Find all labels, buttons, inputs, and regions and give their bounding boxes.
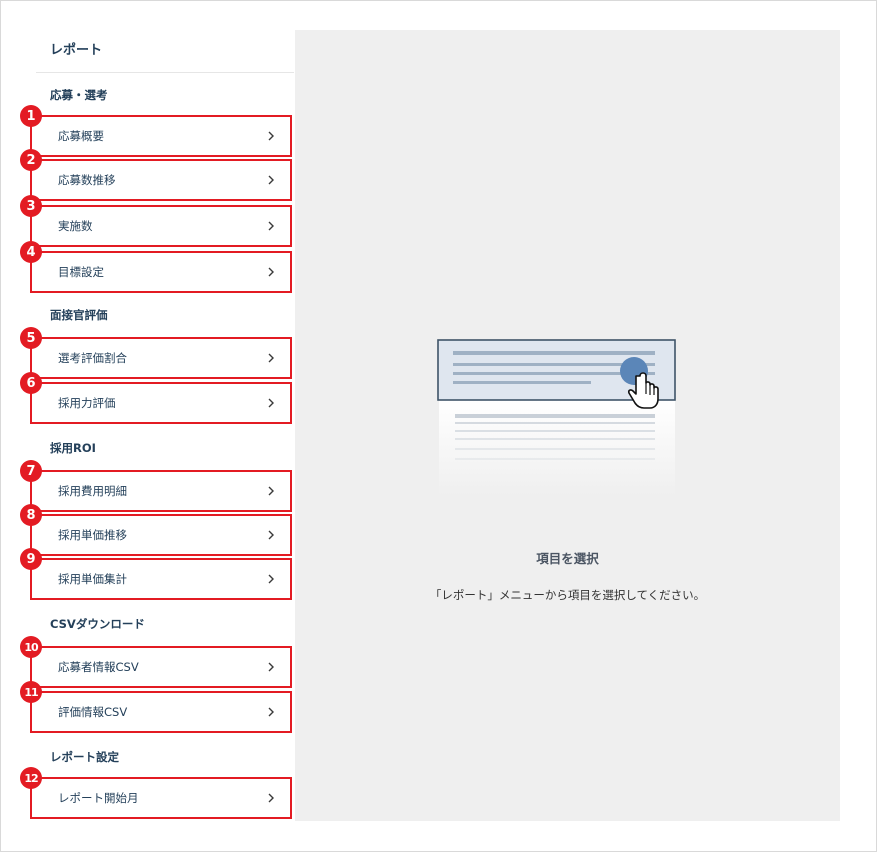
divider [36, 72, 294, 73]
menu-item-label: 採用単価集計 [58, 572, 127, 586]
menu-item-label: 実施数 [58, 219, 93, 233]
section-header-csv-download: CSVダウンロード [50, 617, 145, 631]
section-header-interviewer-evaluation: 面接官評価 [50, 308, 108, 322]
chevron-right-icon [268, 221, 274, 231]
chevron-right-icon [268, 530, 274, 540]
number-badge: 7 [20, 460, 42, 482]
number-badge: 4 [20, 241, 42, 263]
chevron-right-icon [268, 398, 274, 408]
number-badge: 8 [20, 504, 42, 526]
menu-item-label: 応募概要 [58, 129, 104, 143]
number-badge: 11 [20, 681, 42, 703]
number-badge: 5 [20, 327, 42, 349]
empty-state-description: 「レポート」メニューから項目を選択してください。 [429, 588, 706, 602]
menu-item-label: 応募者情報CSV [58, 660, 139, 674]
section-header-report-settings: レポート設定 [50, 750, 119, 764]
number-badge: 6 [20, 372, 42, 394]
menu-item-label: 目標設定 [58, 265, 104, 279]
select-item-illustration [437, 339, 676, 496]
menu-item-label: 採用単価推移 [58, 528, 127, 542]
chevron-right-icon [268, 574, 274, 584]
menu-item-unit-cost-trend[interactable]: 採用単価推移 [30, 514, 292, 556]
number-badge: 12 [20, 767, 42, 789]
menu-item-label: 評価情報CSV [58, 705, 128, 719]
menu-item-application-trend[interactable]: 応募数推移 [30, 159, 292, 201]
section-header-application: 応募・選考 [50, 88, 108, 102]
menu-item-selection-evaluation-ratio[interactable]: 選考評価割合 [30, 337, 292, 379]
chevron-right-icon [268, 267, 274, 277]
chevron-right-icon [268, 175, 274, 185]
empty-state-title: 項目を選択 [536, 551, 599, 566]
menu-item-hiring-cost-details[interactable]: 採用費用明細 [30, 470, 292, 512]
section-header-hiring-roi: 採用ROI [50, 441, 96, 455]
number-badge: 10 [20, 636, 42, 658]
menu-item-label: 応募数推移 [58, 173, 116, 187]
number-badge: 9 [20, 548, 42, 570]
menu-item-label: レポート開始月 [58, 791, 139, 805]
menu-item-evaluation-info-csv[interactable]: 評価情報CSV [30, 691, 292, 733]
menu-item-label: 採用力評価 [58, 396, 116, 410]
menu-item-application-overview[interactable]: 応募概要 [30, 115, 292, 157]
chevron-right-icon [268, 486, 274, 496]
sidebar-title: レポート [50, 43, 103, 58]
number-badge: 3 [20, 195, 42, 217]
menu-item-target-setting[interactable]: 目標設定 [30, 251, 292, 293]
chevron-right-icon [268, 353, 274, 363]
chevron-right-icon [268, 707, 274, 717]
number-badge: 2 [20, 149, 42, 171]
menu-item-implementation-count[interactable]: 実施数 [30, 205, 292, 247]
chevron-right-icon [268, 662, 274, 672]
menu-item-label: 採用費用明細 [58, 484, 127, 498]
number-badge: 1 [20, 105, 42, 127]
menu-item-report-start-month[interactable]: レポート開始月 [30, 777, 292, 819]
menu-item-hiring-power-evaluation[interactable]: 採用力評価 [30, 382, 292, 424]
menu-item-applicant-info-csv[interactable]: 応募者情報CSV [30, 646, 292, 688]
menu-item-unit-cost-summary[interactable]: 採用単価集計 [30, 558, 292, 600]
menu-item-label: 選考評価割合 [58, 351, 127, 365]
chevron-right-icon [268, 793, 274, 803]
chevron-right-icon [268, 131, 274, 141]
